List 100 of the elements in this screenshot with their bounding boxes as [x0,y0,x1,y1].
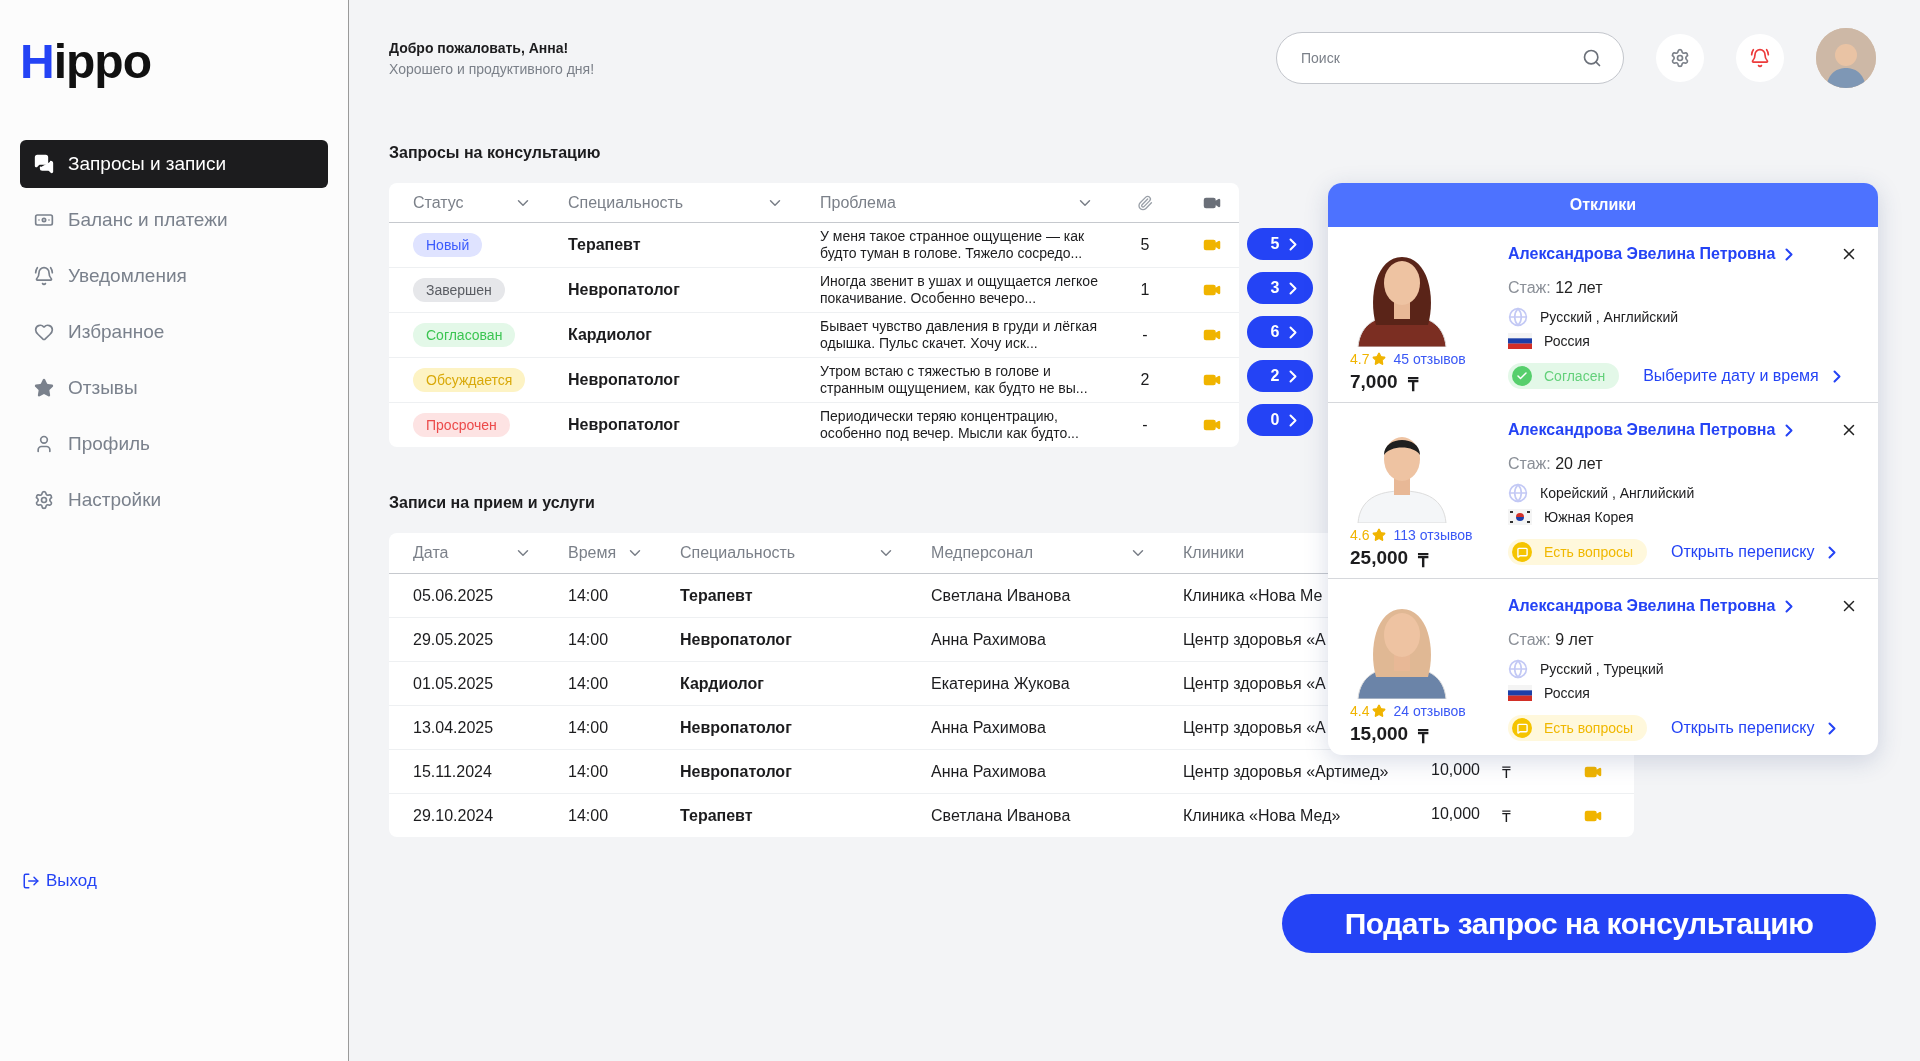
greeting-subtitle: Хорошего и продуктивного дня! [389,60,595,77]
sidebar-item[interactable]: Баланс и платежи [20,196,328,244]
column-header[interactable]: Клиники [1183,544,1245,562]
status-badge: Есть вопросы [1508,539,1648,565]
table-cell: Центр здоровья «А [1183,718,1326,737]
chevron-right-icon [1785,423,1794,437]
table-cell: 15.11.2024 [413,762,492,781]
table-cell: 14:00 [568,762,609,781]
table-cell-text: У меня такое странное ощущение — как будто туман в голове. Тяжело сосредо... [820,228,1086,262]
message-icon [1516,546,1528,558]
country-text: Южная Корея [1544,509,1634,525]
table-cell: 14:00 [568,718,609,737]
logout-icon [22,872,40,890]
user-avatar[interactable] [1816,28,1876,88]
notifications-button[interactable] [1736,34,1784,82]
submit-request-button[interactable]: Подать запрос на консультацию [1282,894,1876,953]
chevron-right-icon [1785,247,1794,261]
table-cell: 14:00 [568,674,609,693]
reviews-link[interactable]: 113 отзывов [1393,527,1473,543]
action-link[interactable]: Выберите дату и время [1643,367,1841,385]
rating-score: 4.6 [1350,527,1370,543]
table-cell: 14:00 [568,586,609,605]
currency-sign: ₸ [1501,806,1511,827]
column-header[interactable]: Время [568,544,617,562]
chevron-right-icon [1289,413,1298,427]
table-cell: Невропатолог [680,762,792,781]
chat-icon [34,154,54,174]
action-link[interactable]: Открыть переписку [1671,719,1837,737]
chevron-right-icon [1289,237,1298,251]
globe-icon [1508,659,1528,679]
status-badge: Есть вопросы [1508,715,1648,741]
languages-text: Русский , Турецкий [1540,661,1664,677]
flag-icon [1508,685,1532,701]
chevron-right-icon [1289,325,1298,339]
column-header[interactable]: Статус [413,193,464,212]
responses-count-button[interactable]: 0 [1247,404,1313,436]
sidebar-item[interactable]: Отзывы [20,364,328,412]
table-cell: Кардиолог [680,674,764,693]
currency-sign: ₸ [1501,762,1511,783]
star-icon [34,378,54,398]
table-cell: Центр здоровья «А [1183,674,1326,693]
price-text: 7,000 [1350,371,1398,394]
search-field[interactable]: Поиск [1276,32,1624,84]
flag-icon [1508,333,1532,349]
globe-icon [1508,483,1528,503]
currency-sign: ₸ [1407,373,1418,397]
message-icon [1516,722,1528,734]
settings-icon [34,490,54,510]
user-icon [34,434,54,454]
star-icon [1372,352,1387,366]
paperclip-icon [1137,194,1153,211]
column-header[interactable]: Медперсонал [931,544,1033,562]
sidebar-item[interactable]: Избранное [20,308,328,356]
responses-count-button[interactable]: 5 [1247,228,1313,260]
table-cell: Иногда звенит в ушах и ощущается легкое покачивание. Особенно вечеро... [820,273,1098,307]
table-cell: Невропатолог [568,371,680,389]
responses-count-button[interactable]: 6 [1247,316,1313,348]
table-cell: Кардиолог [568,326,652,344]
doctor-name-link[interactable]: Александрова Эвелина Петровна [1508,421,1794,439]
star-icon [1372,528,1387,542]
column-header[interactable]: Проблема [820,193,896,212]
status-badge: Завершен [413,278,505,302]
doctor-name-link[interactable]: Александрова Эвелина Петровна [1508,245,1794,263]
greeting: Добро пожаловать, Анна! [389,39,569,56]
doctor-name-link[interactable]: Александрова Эвелина Петровна [1508,597,1794,615]
table-cell: Екатерина Жукова [931,674,1070,693]
table-cell: 2 [1140,371,1150,389]
panel-title: Отклики [1328,183,1878,227]
column-header[interactable]: Дата [413,544,449,562]
sidebar-item[interactable]: Настройки [20,476,328,524]
table-cell: Анна Рахимова [931,630,1046,649]
sidebar-item[interactable]: Запросы и записи [20,140,328,188]
status-badge: Обсуждается [413,368,526,392]
responses-count-button[interactable]: 3 [1247,272,1313,304]
reviews-link[interactable]: 24 отзывов [1393,703,1466,719]
sidebar-item[interactable]: Уведомления [20,252,328,300]
globe-icon [1508,307,1528,327]
table-cell: Светлана Иванова [931,806,1071,825]
status-badge: Просрочен [413,413,510,437]
table-cell: Центр здоровья «Артимед» [1183,762,1389,781]
section-title: Запросы на консультацию [389,143,601,163]
table-cell: Невропатолог [680,718,792,737]
logout-link[interactable]: Выход [20,871,97,891]
check-icon [1516,370,1528,382]
action-link[interactable]: Открыть переписку [1671,543,1837,561]
reviews-link[interactable]: 45 отзывов [1393,351,1466,367]
responses-count-button[interactable]: 2 [1247,360,1313,392]
chevron-right-icon [1828,721,1837,735]
settings-button[interactable] [1656,34,1704,82]
sidebar-item[interactable]: Профиль [20,420,328,468]
column-header[interactable]: Специальность [568,193,684,212]
table-cell: 14:00 [568,806,609,825]
table-cell: Центр здоровья «А [1183,630,1326,649]
table-cell: - [1142,326,1148,344]
column-header[interactable]: Специальность [680,544,796,562]
table-cell: 29.05.2025 [413,630,494,649]
country-text: Россия [1544,333,1590,349]
search-icon[interactable] [1582,48,1602,68]
table-cell: Анна Рахимова [931,762,1046,781]
currency-sign: ₸ [1418,549,1429,573]
